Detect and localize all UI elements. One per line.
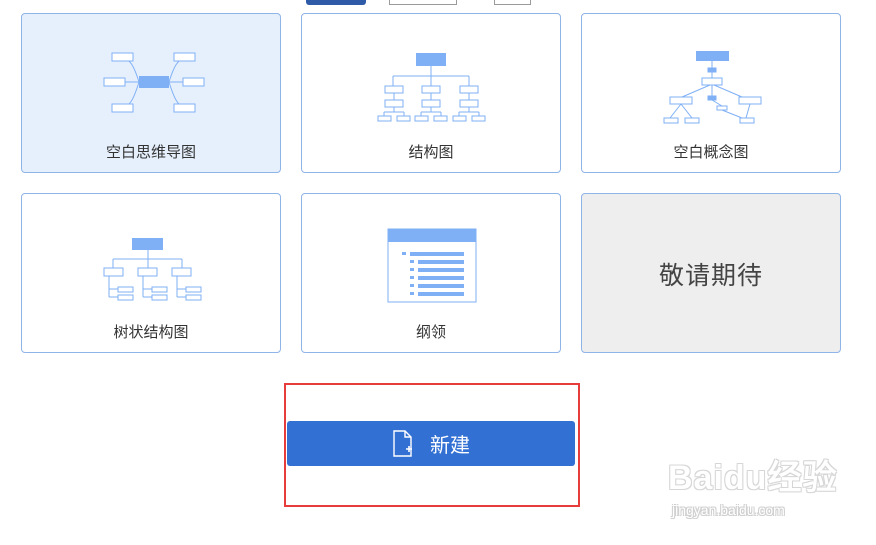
concept-map-icon: [663, 51, 762, 124]
new-button[interactable]: 新建: [287, 421, 575, 466]
tab-indicator[interactable]: [389, 0, 457, 5]
tab-indicator[interactable]: [494, 0, 531, 5]
outline-icon: [387, 228, 477, 303]
baidu-watermark: Baidu经验 jingyan.baidu.com: [668, 450, 873, 530]
mindmap-icon: [103, 52, 205, 113]
template-label: 空白概念图: [673, 143, 749, 161]
template-label: 空白思维导图: [105, 143, 196, 161]
template-label: 纲领: [415, 323, 446, 341]
watermark-logo: Baidu经验: [668, 459, 838, 497]
template-card-coming-soon: 敬请期待: [581, 193, 841, 353]
org-chart-icon: [377, 53, 486, 122]
template-label: 树状结构图: [113, 323, 189, 341]
tree-chart-icon: [103, 238, 202, 301]
template-card-tree-structure[interactable]: 树状结构图: [21, 193, 281, 353]
template-card-outline[interactable]: 纲领: [301, 193, 561, 353]
watermark-url: jingyan.baidu.com: [672, 502, 785, 518]
new-button-label: 新建: [430, 433, 470, 457]
new-file-icon: [393, 429, 412, 457]
template-card-blank-concept[interactable]: 空白概念图: [581, 13, 841, 173]
template-label: 结构图: [408, 143, 454, 161]
template-card-structure[interactable]: 结构图: [301, 13, 561, 173]
top-tab-strip: [0, 0, 876, 6]
template-card-blank-mindmap[interactable]: 空白思维导图: [21, 13, 281, 173]
coming-soon-text: 敬请期待: [658, 261, 763, 290]
tab-indicator-active[interactable]: [306, 0, 366, 5]
